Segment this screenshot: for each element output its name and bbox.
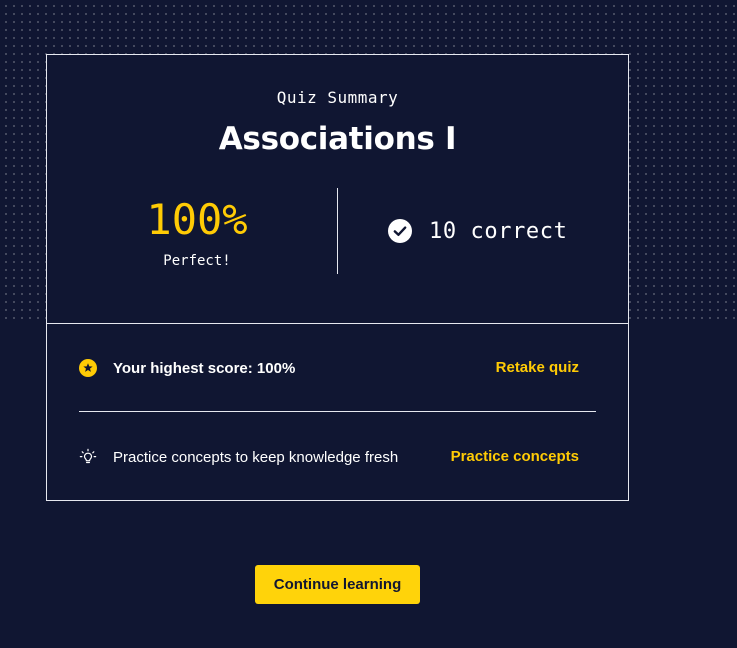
practice-text: Practice concepts to keep knowledge fres… xyxy=(113,448,399,466)
quiz-summary-card: Quiz Summary Associations I 100% Perfect… xyxy=(46,54,629,501)
correct-count: 10 correct xyxy=(388,217,567,245)
horizontal-divider xyxy=(79,411,596,412)
quiz-summary-subtitle: Quiz Summary xyxy=(276,88,399,107)
quiz-title: Associations I xyxy=(218,121,457,157)
score-percentage: 100% xyxy=(146,195,248,244)
practice-concepts-link[interactable]: Practice concepts xyxy=(451,448,579,465)
star-circle-icon xyxy=(79,359,97,377)
summary-header: Quiz Summary Associations I 100% Perfect… xyxy=(47,55,628,324)
check-circle-icon xyxy=(388,219,412,243)
lightbulb-icon xyxy=(79,448,97,466)
highest-score-text: Your highest score: 100% xyxy=(113,359,296,377)
correct-count-text: 10 correct xyxy=(429,218,568,244)
practice-row: Practice concepts to keep knowledge fres… xyxy=(79,445,579,469)
retake-quiz-link[interactable]: Retake quiz xyxy=(496,359,579,376)
highest-score-row: Your highest score: 100% Retake quiz xyxy=(79,356,579,380)
score-label: Perfect! xyxy=(163,253,231,269)
score-block: 100% Perfect! xyxy=(107,195,287,269)
vertical-divider xyxy=(337,188,338,274)
continue-learning-button[interactable]: Continue learning xyxy=(255,565,420,604)
